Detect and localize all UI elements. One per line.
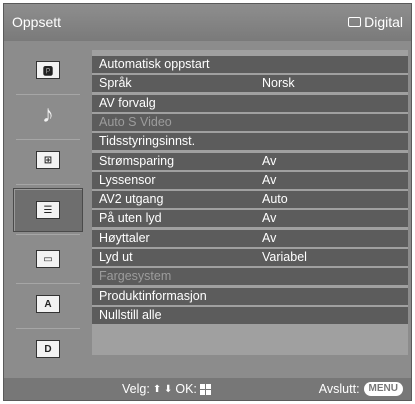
sidebar-item-picture[interactable]: 🅿 (13, 48, 83, 92)
menu-row[interactable]: Tidsstyringsinnst. (92, 133, 408, 151)
picture-icon: 🅿 (36, 61, 60, 79)
menu-row[interactable]: AV forvalg (92, 94, 408, 112)
menu-row[interactable]: Strømsparing Av (92, 152, 408, 170)
title-bar: Oppsett Digital (4, 4, 411, 41)
menu-row-label: Nullstill alle (99, 307, 162, 322)
settings-list: Automatisk oppstart Språk Norsk AV forvalg A… (92, 50, 408, 355)
sidebar-item-screen[interactable]: ⊞ (13, 138, 83, 182)
menu-row[interactable]: Språk Norsk (92, 75, 408, 93)
menu-row-label: Fargesystem (99, 269, 172, 284)
menu-row-label: Tidsstyringsinnst. (99, 134, 196, 149)
menu-button-icon[interactable]: MENU (363, 382, 403, 396)
monitor-icon: ▭ (36, 250, 60, 268)
sidebar-item-digital[interactable]: D (13, 327, 83, 371)
menu-row[interactable]: Høyttaler Av (92, 229, 408, 247)
exit-label: Avslutt: (318, 382, 360, 396)
menu-row-label: På uten lyd (99, 211, 162, 226)
select-label: Velg: (122, 382, 150, 396)
sidebar-item-setup[interactable]: ☰ (13, 188, 83, 232)
ok-label: OK: (175, 382, 197, 396)
menu-row[interactable]: På uten lyd Av (92, 210, 408, 228)
analog-tuning-icon: A (36, 295, 60, 313)
menu-row-value: Norsk (262, 76, 295, 91)
menu-row-label: Strømsparing (99, 153, 175, 168)
menu-row[interactable]: Produktinformasjon (92, 287, 408, 305)
tv-menu-screen: Oppsett Digital 🅿 ♪ ⊞ ☰ ▭ A D Automatisk oppst… (3, 3, 412, 401)
menu-row[interactable]: Lyd ut Variabel (92, 249, 408, 266)
sidebar-divider (16, 184, 80, 185)
menu-row-value: Variabel (262, 250, 307, 264)
menu-row-label: AV2 utgang (99, 192, 164, 207)
menu-row-value: Av (262, 172, 277, 187)
menu-row[interactable]: AV2 utgang Auto (92, 191, 408, 209)
menu-row-label: Høyttaler (99, 230, 150, 245)
screen-outline-icon (348, 17, 362, 27)
menu-row-label: Lyd ut (99, 250, 133, 264)
menu-row[interactable]: Automatisk oppstart (92, 56, 408, 73)
menu-row-value: Av (262, 211, 277, 226)
menu-row-value: Av (262, 230, 277, 245)
menu-row-label: Produktinformasjon (99, 288, 207, 303)
menu-row-value: Av (262, 153, 277, 168)
menu-row-value: Auto (262, 192, 288, 207)
music-note-icon: ♪ (42, 101, 54, 128)
up-down-arrows-icon: ⬆ ⬇ (152, 383, 173, 395)
sidebar-item-pc[interactable]: ▭ (13, 237, 83, 281)
input-source-label: Digital (364, 14, 403, 30)
menu-row-label: Språk (99, 76, 132, 91)
menu-row-label: AV forvalg (99, 95, 156, 110)
menu-title: Oppsett (12, 14, 62, 30)
exit-help: Avslutt: MENU (319, 382, 403, 396)
input-source: Digital (348, 14, 403, 30)
ok-button-icon (199, 383, 211, 395)
sidebar-divider (16, 234, 80, 235)
digital-tuning-icon: D (36, 340, 60, 358)
menu-row[interactable]: Nullstill alle (92, 306, 408, 324)
menu-row-label: Auto S Video (99, 114, 172, 129)
sidebar-item-sound[interactable]: ♪ (13, 93, 83, 137)
menu-row-label: Automatisk oppstart (99, 57, 210, 71)
menu-row: Fargesystem (92, 268, 408, 286)
navigation-help: Velg: ⬆ ⬇ OK: (122, 382, 211, 396)
menu-row: Auto S Video (92, 113, 408, 131)
setup-list-icon: ☰ (36, 201, 60, 219)
menu-row[interactable]: Lyssensor Av (92, 171, 408, 189)
menu-category-sidebar: 🅿 ♪ ⊞ ☰ ▭ A D (10, 44, 85, 372)
menu-row-label: Lyssensor (99, 172, 156, 187)
help-bar: Velg: ⬆ ⬇ OK: Avslutt: MENU (4, 378, 411, 400)
screen-control-icon: ⊞ (36, 151, 60, 169)
sidebar-item-analog[interactable]: A (13, 282, 83, 326)
